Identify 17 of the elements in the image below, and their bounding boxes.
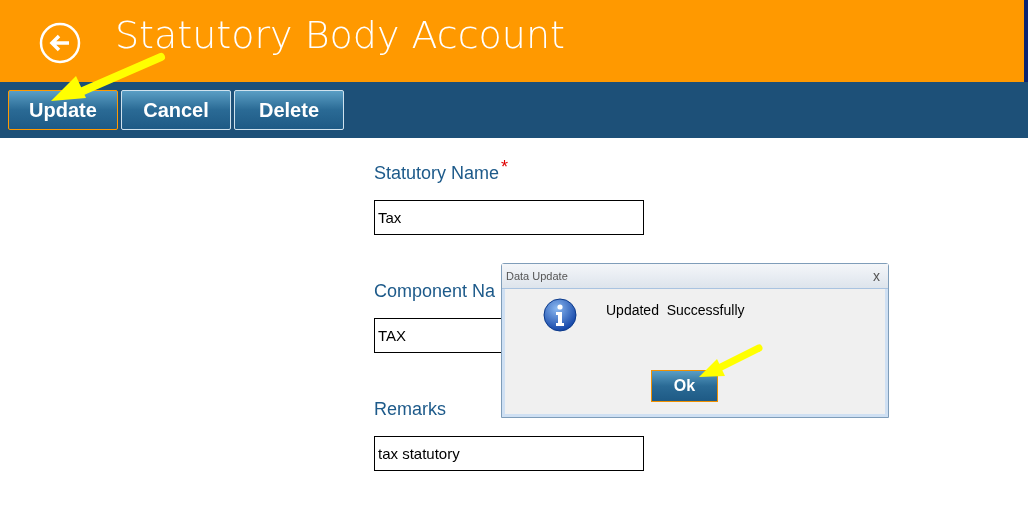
- back-icon[interactable]: [39, 21, 81, 64]
- arrow-icon: [697, 342, 765, 380]
- toolbar-button[interactable]: Delete: [234, 90, 344, 130]
- page-title: Statutory Body Account: [115, 11, 565, 59]
- field-label: Remarks: [374, 398, 446, 421]
- field-label: Statutory Name: [374, 162, 500, 185]
- toolbar-button[interactable]: Cancel: [121, 90, 231, 130]
- toolbar-button[interactable]: Update: [8, 90, 118, 130]
- dialog-title: Data Update: [506, 268, 568, 284]
- info-icon: [543, 298, 577, 332]
- input-field[interactable]: tax statutory: [374, 436, 644, 471]
- input-field[interactable]: Tax: [374, 200, 644, 235]
- ok-button[interactable]: Ok: [651, 370, 718, 402]
- required-mark: *: [501, 156, 509, 179]
- dialog-message: Updated Successfully: [606, 301, 745, 320]
- close-button[interactable]: x: [871, 269, 882, 283]
- field-label: Component Na: [374, 280, 496, 303]
